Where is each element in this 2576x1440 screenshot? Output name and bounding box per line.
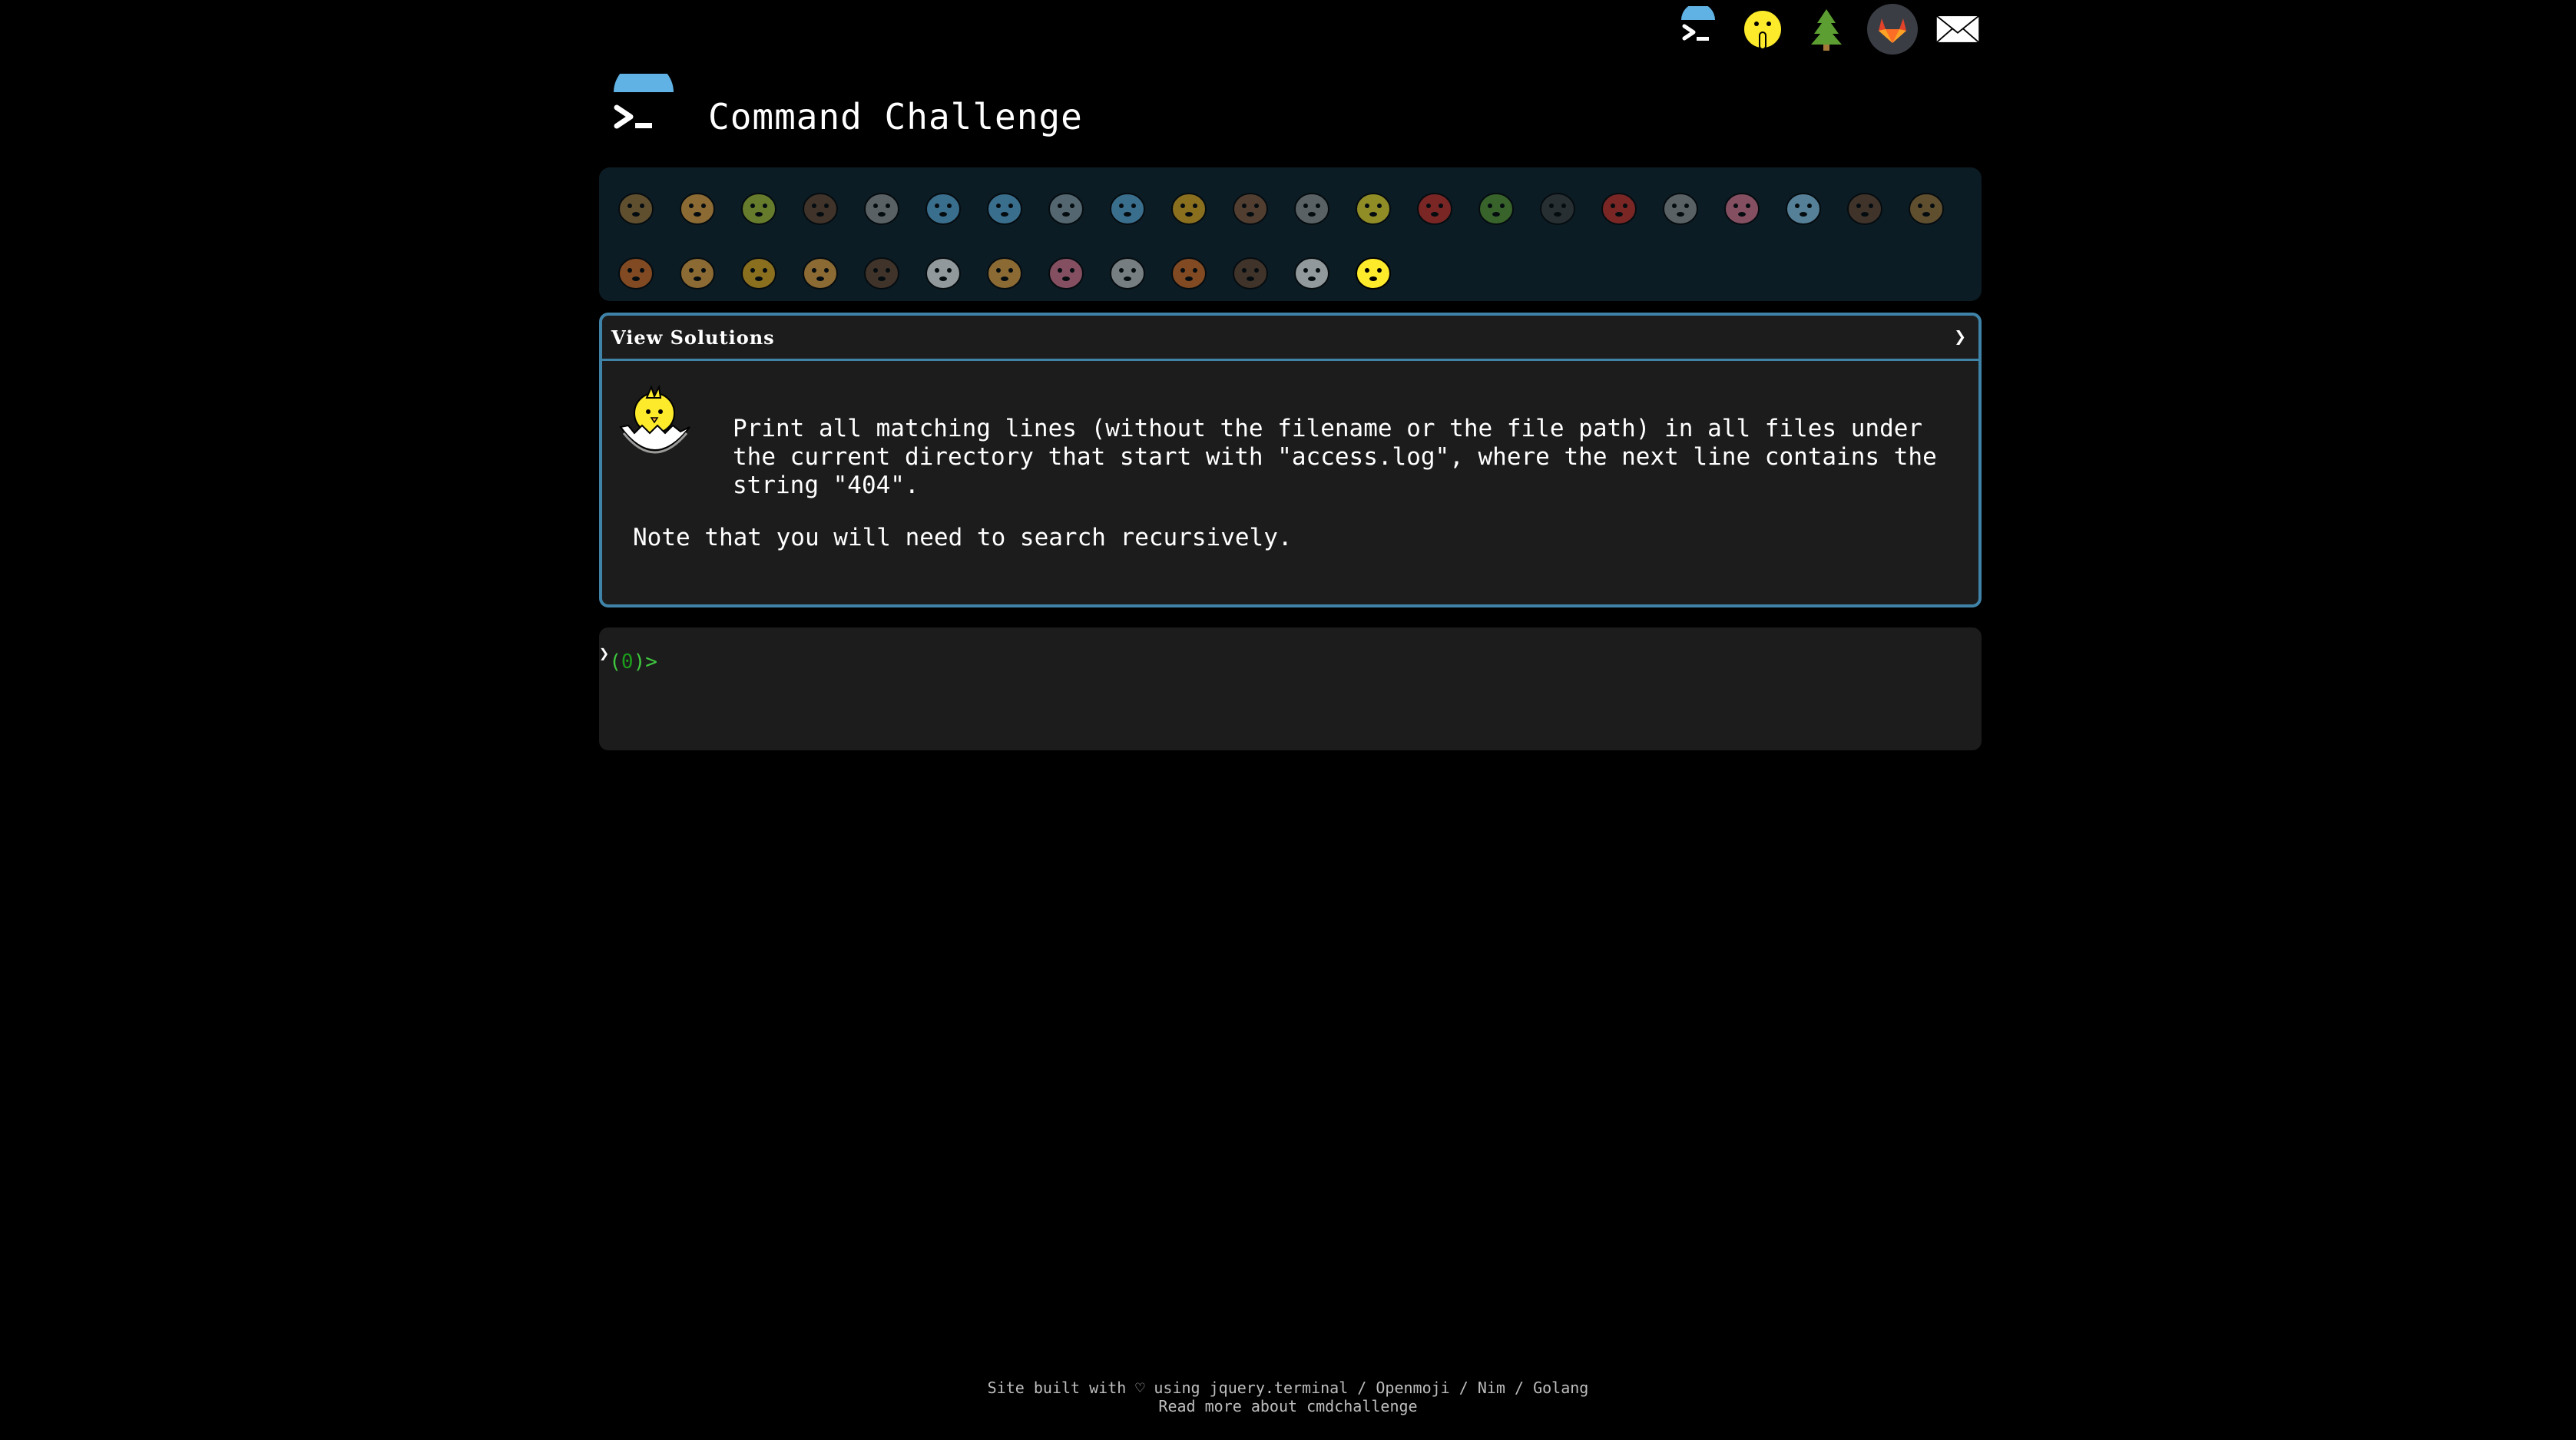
caterpillar-challenge-icon[interactable] xyxy=(728,177,790,238)
unicorn-challenge-icon[interactable] xyxy=(912,241,974,303)
spider-web-challenge-icon[interactable] xyxy=(851,177,912,238)
golang-link[interactable]: Golang xyxy=(1533,1379,1588,1397)
chevron-right-icon: ❯ xyxy=(1954,326,1966,349)
mail-icon[interactable] xyxy=(1934,5,1982,53)
cat-challenge-icon[interactable] xyxy=(667,241,728,303)
hamster-challenge-icon[interactable] xyxy=(1158,241,1220,303)
task-description: Print all matching lines (without the fi… xyxy=(733,415,1937,499)
shark-challenge-icon[interactable] xyxy=(1035,177,1097,238)
gitlab-icon[interactable] xyxy=(1866,3,1918,55)
prompt-close: )> xyxy=(633,650,657,674)
prompt-count: 0 xyxy=(621,650,634,674)
tiger-challenge-icon[interactable] xyxy=(790,241,851,303)
footer-line-1: Site built with ♡ using jquery.terminal … xyxy=(0,1379,2576,1397)
prompt-open: ( xyxy=(609,650,621,674)
footer-separator: / xyxy=(1348,1379,1376,1397)
gorilla-challenge-icon[interactable] xyxy=(1834,177,1896,238)
mouse-challenge-icon[interactable] xyxy=(1097,241,1158,303)
spider-challenge-icon[interactable] xyxy=(1527,177,1588,238)
terminal-logo-icon[interactable] xyxy=(1674,5,1722,53)
shushing-face-icon[interactable] xyxy=(1739,5,1786,53)
microbe-challenge-icon[interactable] xyxy=(1773,177,1834,238)
cow-challenge-icon[interactable] xyxy=(974,241,1035,303)
fly-challenge-icon[interactable] xyxy=(1650,177,1711,238)
lion-challenge-icon[interactable] xyxy=(728,241,790,303)
prompt-mark: ❯ xyxy=(599,644,610,664)
top-nav xyxy=(1674,0,1982,58)
ladybug-challenge-icon[interactable] xyxy=(1404,177,1465,238)
page-title: Command Challenge xyxy=(708,96,1083,137)
bee-challenge-icon[interactable] xyxy=(1343,177,1404,238)
ant-challenge-icon[interactable] xyxy=(790,177,851,238)
hatching-chick-icon xyxy=(613,381,699,467)
dolphin-challenge-icon[interactable] xyxy=(974,177,1035,238)
dog-challenge-icon[interactable] xyxy=(1896,177,1957,238)
site-logo-icon[interactable] xyxy=(609,62,678,143)
task-note: Note that you will need to search recurs… xyxy=(633,524,1293,551)
hedgehog-challenge-icon[interactable] xyxy=(1220,177,1281,238)
jquery-terminal-link[interactable]: jquery.terminal xyxy=(1210,1379,1349,1397)
bear-challenge-icon[interactable] xyxy=(1220,241,1281,303)
worm-challenge-icon[interactable] xyxy=(1465,177,1527,238)
whale-challenge-icon[interactable] xyxy=(912,177,974,238)
earthworm-challenge-icon[interactable] xyxy=(1711,177,1773,238)
hatching-chick-challenge-icon[interactable] xyxy=(1343,241,1404,303)
horse-challenge-icon[interactable] xyxy=(851,241,912,303)
snail-challenge-icon[interactable] xyxy=(605,177,667,238)
pig-challenge-icon[interactable] xyxy=(1035,241,1097,303)
challenge-row xyxy=(605,175,1982,240)
task-panel: View Solutions ❯ Print all matching line… xyxy=(599,313,1982,607)
view-solutions-toggle[interactable]: View Solutions ❯ xyxy=(602,316,1978,361)
scorpion-challenge-icon[interactable] xyxy=(1588,177,1650,238)
nim-link[interactable]: Nim xyxy=(1478,1379,1505,1397)
tree-icon[interactable] xyxy=(1803,5,1850,53)
fox-challenge-icon[interactable] xyxy=(605,241,667,303)
challenge-row xyxy=(605,240,1982,304)
fish-challenge-icon[interactable] xyxy=(1097,177,1158,238)
panda-challenge-icon[interactable] xyxy=(1281,241,1343,303)
footer-built-with: Site built with ♡ using xyxy=(987,1379,1210,1397)
butterfly-challenge-icon[interactable] xyxy=(667,177,728,238)
terminal-prompt: ❯(0)> xyxy=(599,644,657,674)
challenge-progress-bar xyxy=(599,167,1982,301)
terminal[interactable]: ❯(0)> xyxy=(599,627,1982,750)
footer-separator: / xyxy=(1449,1379,1478,1397)
footer: Site built with ♡ using jquery.terminal … xyxy=(0,1379,2576,1415)
wolf-challenge-icon[interactable] xyxy=(1281,177,1343,238)
openmoji-link[interactable]: Openmoji xyxy=(1376,1379,1449,1397)
footer-separator: / xyxy=(1505,1379,1534,1397)
tropical-fish-challenge-icon[interactable] xyxy=(1158,177,1220,238)
view-solutions-label: View Solutions xyxy=(611,326,775,349)
page: Command Challenge View Solutions ❯ Print… xyxy=(0,0,2576,1440)
read-more-link[interactable]: Read more about cmdchallenge xyxy=(0,1397,2576,1415)
